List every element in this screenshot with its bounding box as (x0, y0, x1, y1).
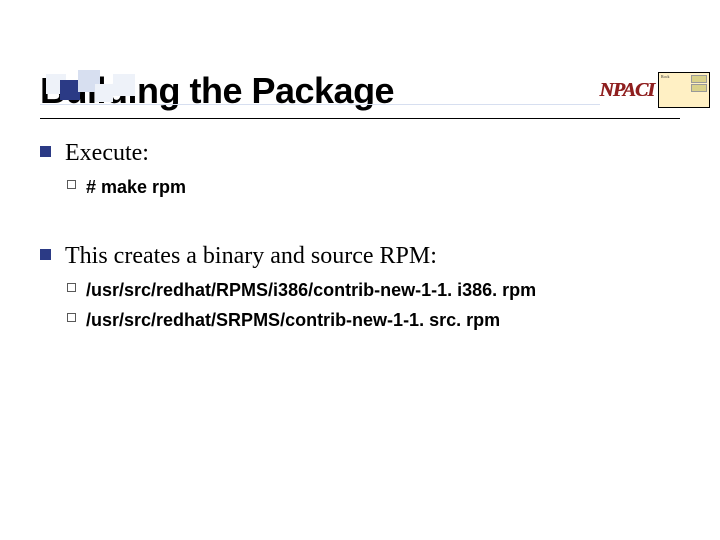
bullet-text: This creates a binary and source RPM: /u… (65, 240, 680, 333)
hollow-square-bullet-icon (67, 180, 76, 189)
thumbnail-detail: Rock (661, 75, 669, 79)
brand-logo-text: NPACI (599, 79, 654, 102)
bullet-label: Execute: (65, 140, 149, 166)
bullet-level1: This creates a binary and source RPM: /u… (40, 240, 680, 333)
slide-thumbnail-icon: Rock (658, 72, 710, 108)
subbullet-text: # make rpm (86, 175, 680, 199)
slide-title: Building the Package (40, 70, 680, 112)
title-underline (40, 118, 680, 119)
bullet-text: Execute: # make rpm (65, 137, 680, 200)
bullet-label: This creates a binary and source RPM: (65, 243, 437, 269)
thumbnail-detail (691, 75, 707, 92)
bullet-level1: Execute: # make rpm (40, 137, 680, 200)
hollow-square-bullet-icon (67, 283, 76, 292)
slide-body: Execute: # make rpm This creates a binar… (40, 137, 680, 333)
brand-box: NPACI Rock (599, 72, 710, 108)
subbullet-text: /usr/src/redhat/SRPMS/contrib-new-1-1. s… (86, 308, 680, 332)
subbullet-text: /usr/src/redhat/RPMS/i386/contrib-new-1-… (86, 278, 680, 302)
bullet-level2: /usr/src/redhat/SRPMS/contrib-new-1-1. s… (65, 308, 680, 332)
bullet-level2: # make rpm (65, 175, 680, 199)
slide-page: NPACI Rock Building the Package Execute:… (0, 70, 720, 540)
filled-square-bullet-icon (40, 249, 51, 260)
bullet-level2: /usr/src/redhat/RPMS/i386/contrib-new-1-… (65, 278, 680, 302)
hollow-square-bullet-icon (67, 313, 76, 322)
filled-square-bullet-icon (40, 146, 51, 157)
